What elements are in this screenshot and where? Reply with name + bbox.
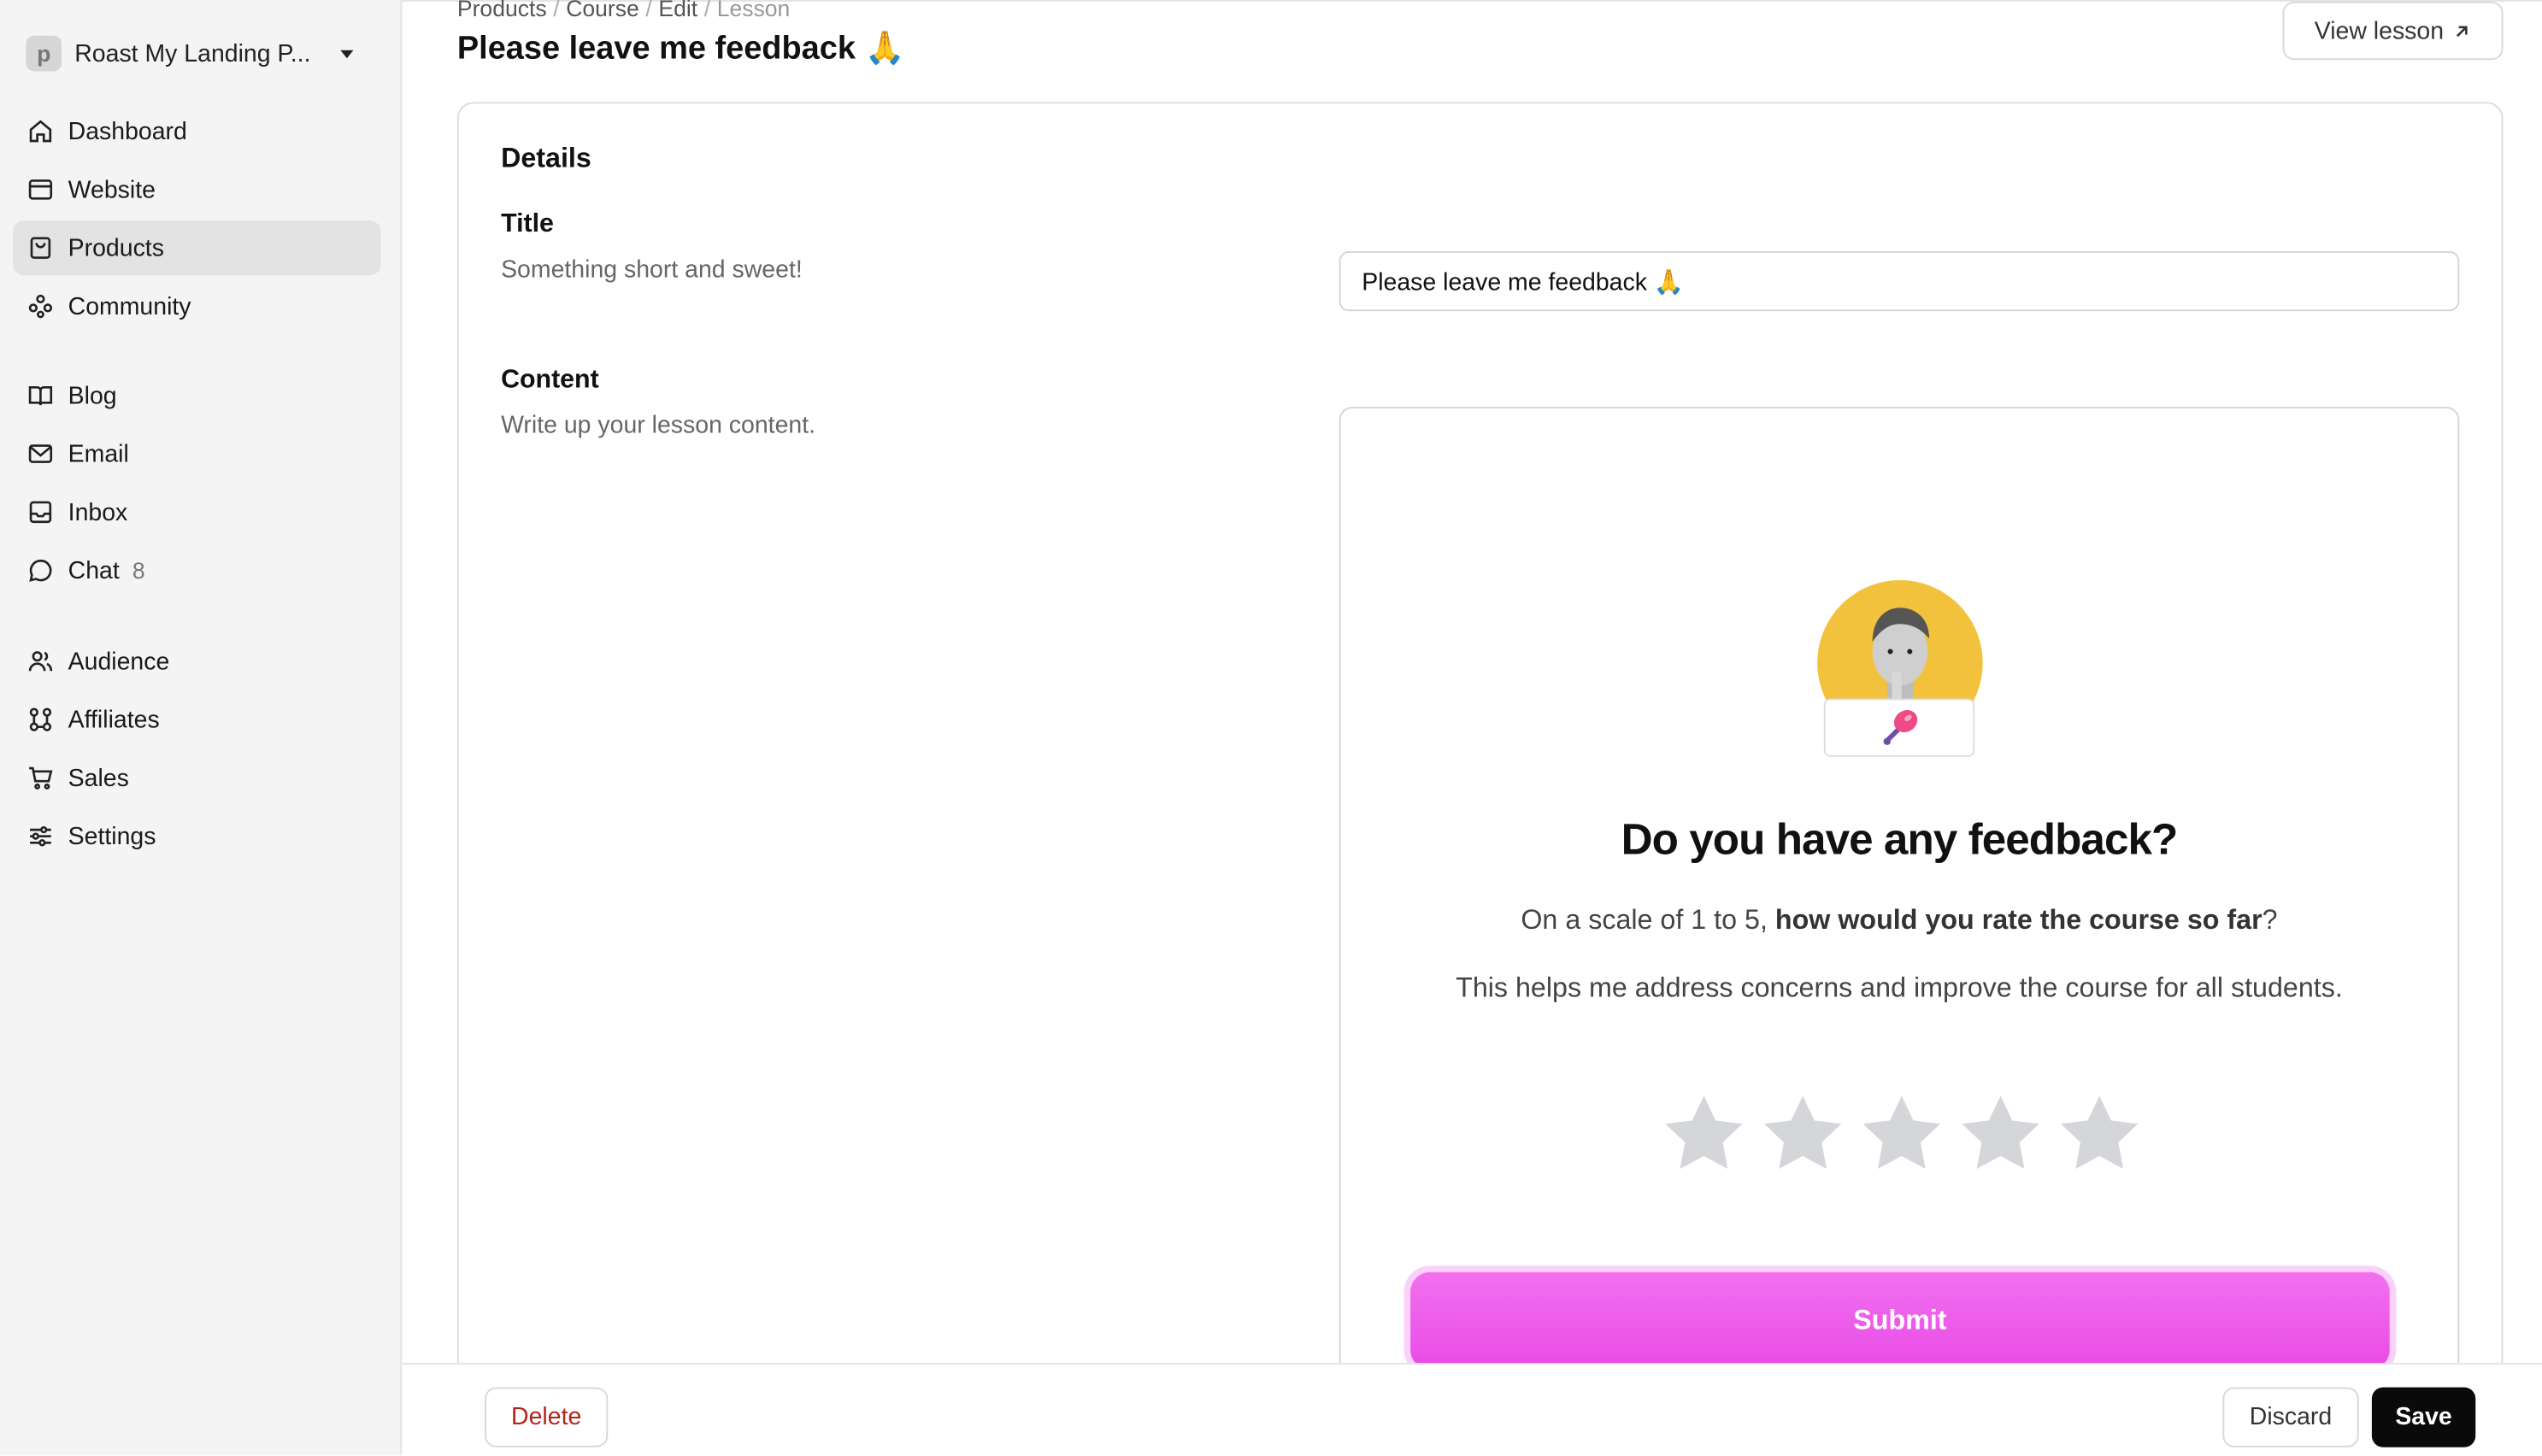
drumstick-icon: [1882, 710, 1917, 745]
save-button[interactable]: Save: [2371, 1387, 2476, 1447]
sidebar-item-products[interactable]: Products: [13, 220, 381, 276]
nav-secondary: Blog Email Inbox Chat 8: [13, 368, 381, 602]
submit-feedback-button[interactable]: Submit: [1410, 1271, 2390, 1370]
details-heading: Details: [501, 142, 591, 173]
title-label: Title: [501, 210, 554, 238]
nav-primary: Dashboard Website Products Community: [13, 103, 381, 337]
sidebar-item-settings[interactable]: Settings: [13, 808, 381, 863]
view-lesson-button[interactable]: View lesson: [2282, 1, 2504, 61]
details-card: Details Title Something short and sweet!…: [456, 102, 2504, 1412]
main-content: Products / Course / Edit / Lesson Please leave…: [402, 0, 2542, 1456]
sidebar-item-dashboard[interactable]: Dashboard: [13, 103, 381, 158]
content-editor[interactable]: Do you have any feedback? On a scale of …: [1339, 407, 2460, 1412]
sidebar-item-chat[interactable]: Chat 8: [13, 543, 381, 597]
feedback-note: This helps me address concerns and impro…: [1456, 972, 2343, 1004]
sidebar-item-community[interactable]: Community: [13, 279, 381, 333]
breadcrumb-products[interactable]: Products: [457, 0, 547, 21]
affiliates-icon: [29, 707, 52, 731]
workspace-name: Roast My Landing P...: [74, 39, 311, 68]
drumstick-icon-box: [1823, 698, 1975, 757]
breadcrumb-edit[interactable]: Edit: [658, 0, 697, 21]
title-help: Something short and sweet!: [501, 255, 803, 284]
content-label: Content: [501, 366, 599, 394]
content-help: Write up your lesson content.: [501, 411, 816, 440]
home-icon: [29, 120, 52, 143]
feedback-heading: Do you have any feedback?: [1621, 815, 2179, 864]
sidebar-item-email[interactable]: Email: [13, 426, 381, 481]
workspace-switcher[interactable]: p Roast My Landing P...: [26, 34, 366, 73]
bag-icon: [30, 237, 51, 259]
view-lesson-label: View lesson: [2314, 16, 2445, 45]
sidebar-item-affiliates[interactable]: Affiliates: [13, 692, 381, 747]
book-icon: [28, 385, 53, 406]
star-icon[interactable]: [1856, 1089, 1947, 1180]
sidebar-item-website[interactable]: Website: [13, 162, 381, 217]
sidebar-item-label: Audience: [68, 647, 170, 675]
sidebar-item-label: Chat: [68, 556, 120, 584]
sidebar: p Roast My Landing P... Dashboard Websit…: [0, 0, 403, 1456]
breadcrumb-lesson: Lesson: [716, 0, 791, 21]
page-title: Please leave me feedback 🙏: [456, 31, 905, 67]
sidebar-item-label: Community: [68, 292, 191, 320]
discard-button[interactable]: Discard: [2222, 1387, 2359, 1447]
footer-bar: Delete Discard Save: [402, 1363, 2542, 1456]
chat-bubble-icon: [29, 559, 52, 582]
arrow-up-right-icon: [2457, 25, 2468, 37]
sidebar-item-label: Dashboard: [68, 117, 187, 145]
sidebar-item-label: Website: [68, 175, 156, 204]
sidebar-item-label: Products: [68, 234, 164, 262]
browser-icon: [28, 179, 53, 200]
community-icon: [28, 294, 53, 319]
star-icon[interactable]: [1757, 1089, 1848, 1180]
workspace-logo: p: [26, 35, 62, 72]
sidebar-item-label: Inbox: [68, 498, 128, 526]
sidebar-item-label: Blog: [68, 381, 117, 409]
star-rating: [1658, 1089, 2145, 1187]
users-icon: [28, 651, 53, 672]
caret-down-icon: [340, 49, 354, 58]
star-icon[interactable]: [1658, 1089, 1749, 1180]
sidebar-item-label: Email: [68, 439, 129, 468]
sidebar-item-label: Settings: [68, 822, 156, 850]
chat-count-badge: 8: [132, 557, 145, 584]
breadcrumb: Products / Course / Edit / Lesson: [457, 0, 790, 21]
sliders-icon: [30, 825, 51, 847]
breadcrumb-course[interactable]: Course: [566, 0, 639, 21]
sidebar-item-sales[interactable]: Sales: [13, 750, 381, 805]
sidebar-item-label: Affiliates: [68, 706, 160, 734]
sidebar-item-blog[interactable]: Blog: [13, 368, 381, 423]
sidebar-item-inbox[interactable]: Inbox: [13, 484, 381, 539]
star-icon[interactable]: [1955, 1089, 2045, 1180]
sidebar-item-audience[interactable]: Audience: [13, 634, 381, 689]
nav-tertiary: Audience Affiliates Sales Settings: [13, 634, 381, 867]
mail-icon: [28, 444, 53, 463]
feedback-question: On a scale of 1 to 5, how would you rate…: [1521, 904, 2278, 936]
cart-icon: [29, 766, 53, 790]
sidebar-item-label: Sales: [68, 764, 129, 792]
star-icon[interactable]: [2054, 1089, 2145, 1180]
inbox-icon: [29, 501, 52, 524]
title-input[interactable]: [1339, 250, 2460, 312]
delete-button[interactable]: Delete: [485, 1387, 609, 1447]
